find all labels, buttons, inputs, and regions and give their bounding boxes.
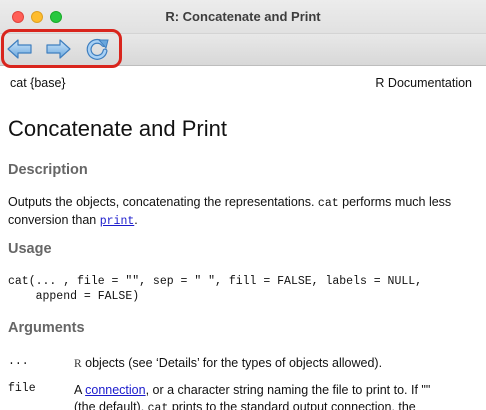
argument-description-text: , or a character string naming the file … [145,383,431,397]
help-content: cat {base} R Documentation Concatenate a… [0,66,486,410]
argument-name: ... [8,355,29,368]
argument-description-text: prints to the standard output connection… [168,400,416,410]
argument-description-text: A [74,383,86,397]
description-code: cat [317,197,339,210]
toolbar [0,34,486,66]
help-window: R: Concatenate and Print cat {base} R Do… [0,0,486,410]
package-label: cat {base} [10,76,66,90]
usage-heading: Usage [8,241,52,257]
back-arrow-icon[interactable] [6,37,34,61]
description-part-1: Outputs the objects, concatenating the r… [8,195,318,209]
connection-link[interactable]: connection [85,383,145,397]
print-link[interactable]: print [100,215,135,228]
argument-description-text: objects (see ‘Details’ for the types of … [81,356,383,370]
usage-line-1: cat(... , file = "", sep = " ", fill = F… [8,275,423,288]
argument-code: cat [147,402,169,410]
argument-description: A connection, or a character string nami… [74,382,474,410]
reload-icon[interactable] [84,37,112,61]
argument-description-text: (the default), [74,400,148,410]
usage-code: cat(... , file = "", sep = " ", fill = F… [8,274,422,304]
description-heading: Description [8,162,88,178]
forward-arrow-icon[interactable] [44,37,72,61]
argument-name: file [8,382,36,395]
argument-description: R objects (see ‘Details’ for the types o… [74,355,474,373]
documentation-label: R Documentation [375,76,472,90]
page-title: Concatenate and Print [8,116,227,141]
description-text: Outputs the objects, concatenating the r… [8,194,478,230]
usage-line-2: append = FALSE) [8,290,140,303]
window-title: R: Concatenate and Print [165,9,321,24]
r-symbol: R [74,358,82,370]
title-bar: R: Concatenate and Print [0,0,486,34]
description-part-3: . [134,213,138,227]
arguments-heading: Arguments [8,320,85,336]
